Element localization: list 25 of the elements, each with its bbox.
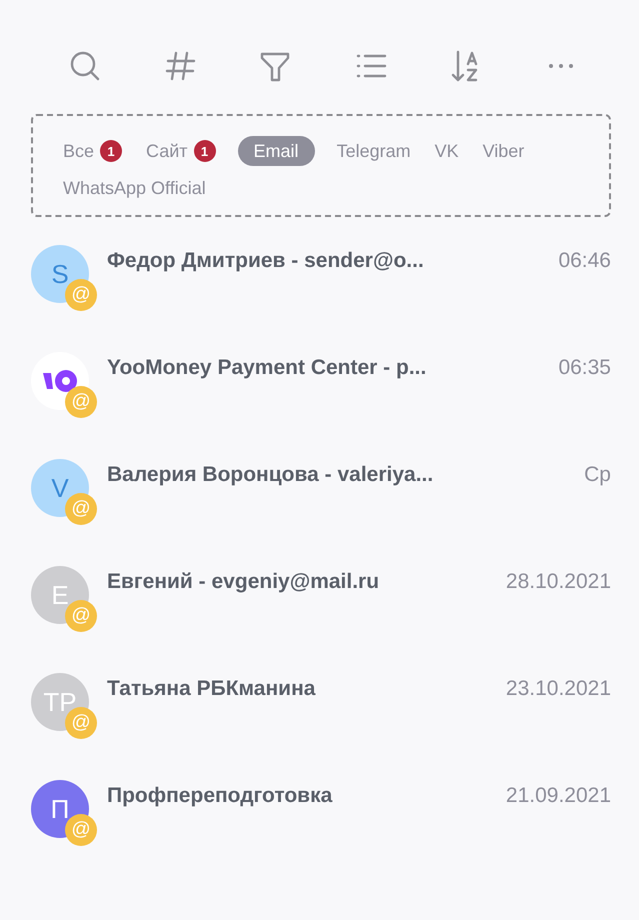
email-badge: @ — [65, 386, 97, 418]
chat-time: 28.10.2021 — [506, 570, 611, 594]
email-badge: @ — [65, 707, 97, 739]
channel-tab[interactable]: Email — [238, 136, 315, 166]
chat-time: Ср — [584, 463, 611, 487]
channel-tab[interactable]: WhatsApp Official — [61, 174, 208, 203]
logo-icon — [43, 370, 77, 392]
channel-tab[interactable]: Все 1 — [61, 136, 124, 166]
chat-title: Профпереподготовка — [107, 784, 334, 808]
chat-title: Валерия Воронцова - valeriya... — [107, 463, 434, 487]
email-badge: @ — [65, 493, 97, 525]
channel-tab[interactable]: Telegram — [334, 136, 413, 166]
chat-time: 21.09.2021 — [506, 784, 611, 808]
chat-time: 06:35 — [558, 356, 611, 380]
chat-title: Татьяна РБКманина — [107, 677, 316, 701]
channel-tab[interactable]: VK — [432, 136, 461, 166]
chat-title: Федор Дмитриев - sender@o... — [107, 249, 425, 273]
unread-count-badge: 1 — [194, 140, 216, 162]
chat-time: 23.10.2021 — [506, 677, 611, 701]
channel-tab[interactable]: Viber — [480, 136, 526, 166]
chat-title: YooMoney Payment Center - p... — [107, 356, 428, 380]
chat-time: 06:46 — [558, 249, 611, 273]
channel-tab[interactable]: Сайт 1 — [144, 136, 218, 166]
chat-title: Евгений - evgeniy@mail.ru — [107, 570, 380, 594]
unread-count-badge: 1 — [100, 140, 122, 162]
